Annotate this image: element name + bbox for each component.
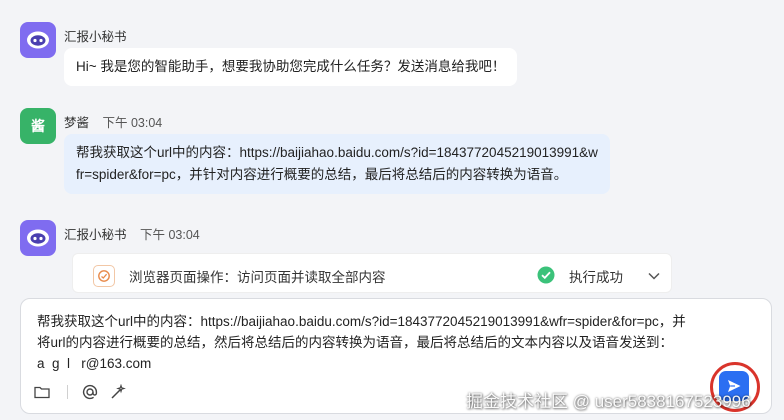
chat-messages: 汇报小秘书 Hi~ 我是您的智能助手，想要我协助您完成什么任务？发送消息给我吧！… xyxy=(0,0,784,300)
robot-icon xyxy=(27,229,49,247)
message-text: Hi~ 我是您的智能助手，想要我协助您完成什么任务？发送消息给我吧！ xyxy=(76,59,506,74)
magic-wand-icon[interactable] xyxy=(109,383,127,401)
operation-label: 浏览器页面操作：访问页面并读取全部内容 xyxy=(129,270,386,285)
bot-avatar xyxy=(20,220,56,256)
message-time: 下午 03:04 xyxy=(102,116,163,130)
bot-avatar xyxy=(20,22,56,58)
watermark: 掘金技术社区 @ user5838167523996 xyxy=(466,392,751,411)
sender-name: 梦酱 xyxy=(64,116,90,130)
user-message-bubble: 帮我获取这个url中的内容：https://baijiahao.baidu.co… xyxy=(64,134,610,194)
sender-name: 汇报小秘书 xyxy=(64,228,127,242)
check-circle-icon xyxy=(537,266,555,289)
sender-name: 汇报小秘书 xyxy=(64,30,127,44)
user-avatar: 酱 xyxy=(20,108,56,144)
operation-card[interactable]: 浏览器页面操作：访问页面并读取全部内容 执行成功 xyxy=(72,253,672,293)
message-text-line: fr=spider&for=pc，并针对内容进行概要的总结，最后将总结后的内容转… xyxy=(76,167,568,182)
operation-status: 执行成功 xyxy=(569,270,623,285)
folder-icon[interactable] xyxy=(33,383,51,401)
message-time: 下午 03:04 xyxy=(140,228,200,242)
at-icon[interactable] xyxy=(81,383,99,401)
composer-line: 帮我获取这个url中的内容：https://baijiahao.baidu.co… xyxy=(37,314,686,329)
composer-line: 将url的内容进行概要的总结，然后将总结后的内容转换为语音，最后将总结后的文本内… xyxy=(37,335,674,350)
message-meta: 汇报小秘书 下午 03:04 xyxy=(64,224,200,243)
message-meta: 梦酱 下午 03:04 xyxy=(64,112,162,131)
message-text-line: 帮我获取这个url中的内容：https://baijiahao.baidu.co… xyxy=(76,145,598,160)
chevron-down-icon[interactable] xyxy=(647,268,661,286)
browser-operation-icon xyxy=(93,265,115,287)
message-meta: 汇报小秘书 xyxy=(64,26,127,45)
composer-input[interactable]: 帮我获取这个url中的内容：https://baijiahao.baidu.co… xyxy=(37,311,737,374)
user-avatar-text: 酱 xyxy=(31,118,45,134)
composer-line: a g l r@163.com xyxy=(37,356,152,371)
bot-message-bubble: Hi~ 我是您的智能助手，想要我协助您完成什么任务？发送消息给我吧！ xyxy=(64,48,518,86)
toolbar-divider xyxy=(67,385,68,399)
robot-icon xyxy=(27,31,49,49)
